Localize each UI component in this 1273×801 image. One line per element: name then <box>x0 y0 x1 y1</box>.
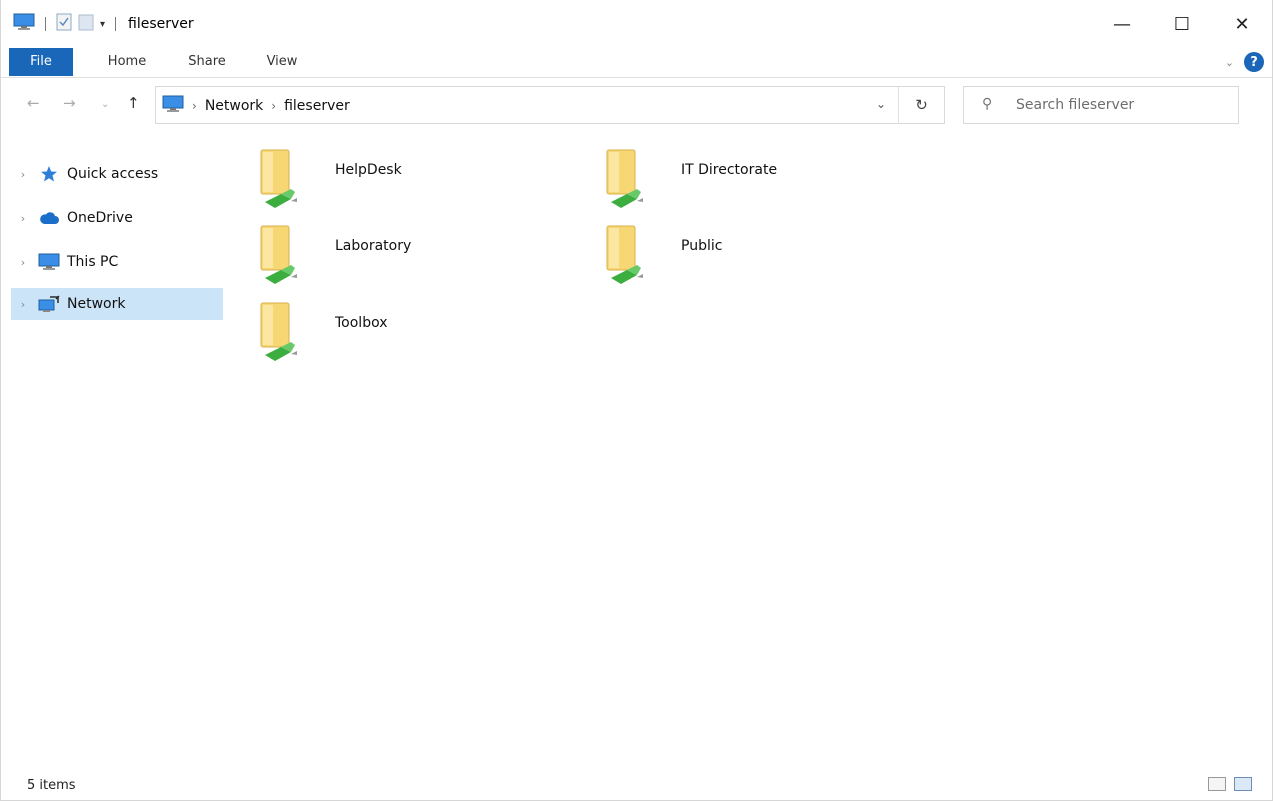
list-item[interactable]: Laboratory <box>251 220 551 290</box>
breadcrumb: › Network › fileserver <box>162 95 350 117</box>
tab-file[interactable]: File <box>9 48 73 76</box>
toolbar-separator <box>115 17 117 31</box>
tab-view[interactable]: View <box>255 48 309 76</box>
status-bar: 5 items <box>1 770 1272 800</box>
expand-chevron-icon[interactable]: › <box>11 168 35 181</box>
breadcrumb-separator-icon[interactable]: › <box>192 99 197 113</box>
address-dropdown-chevron-icon[interactable]: ⌄ <box>876 97 886 111</box>
back-arrow-icon[interactable]: ← <box>27 94 40 112</box>
shared-folder-icon <box>597 144 657 214</box>
forward-arrow-icon[interactable]: → <box>63 94 76 112</box>
search-input[interactable] <box>1016 95 1226 115</box>
navigation-pane: › Quick access › OneDrive › This PC › Ne… <box>1 150 225 770</box>
sidebar-item-label: Quick access <box>67 166 159 182</box>
folder-name: Toolbox <box>335 315 388 331</box>
expand-chevron-icon[interactable]: › <box>11 212 35 225</box>
content-pane: HelpDesk IT Directorate Laboratory Publi… <box>241 140 1261 760</box>
navigation-bar: ← → ⌄ ↑ › Network › fileserver ⌄ ↻ ⚲ <box>1 80 1272 130</box>
ribbon-tabs: File Home Share View ⌄ ? <box>1 48 1272 78</box>
sidebar-item-onedrive[interactable]: › OneDrive <box>11 202 223 234</box>
folder-name: IT Directorate <box>681 162 778 178</box>
maximize-button[interactable]: ☐ <box>1152 0 1212 48</box>
folder-name: HelpDesk <box>335 162 402 178</box>
ribbon-help-area: ⌄ ? <box>1225 52 1264 72</box>
sidebar-item-quick-access[interactable]: › Quick access <box>11 158 223 190</box>
customize-toolbar-dropdown[interactable]: ▾ <box>100 19 105 30</box>
shared-folder-icon <box>251 144 311 214</box>
title-bar: ▾ fileserver — ☐ ✕ <box>1 0 1272 48</box>
large-icons-view-icon[interactable] <box>1234 777 1252 791</box>
search-box[interactable]: ⚲ <box>963 86 1239 124</box>
close-button[interactable]: ✕ <box>1212 0 1272 48</box>
expand-ribbon-chevron-icon[interactable]: ⌄ <box>1225 56 1234 69</box>
folder-name: Laboratory <box>335 238 412 254</box>
up-arrow-icon[interactable]: ↑ <box>127 94 140 112</box>
file-explorer-window: ▾ fileserver — ☐ ✕ File Home Share View … <box>0 0 1273 801</box>
shared-folder-icon <box>251 220 311 290</box>
minimize-button[interactable]: — <box>1092 0 1152 48</box>
expand-chevron-icon[interactable]: › <box>11 256 35 269</box>
search-icon: ⚲ <box>982 96 993 112</box>
view-switcher <box>1208 777 1252 791</box>
network-location-icon <box>162 95 184 117</box>
computer-icon <box>35 253 63 271</box>
window-title: fileserver <box>128 16 194 32</box>
sidebar-item-network[interactable]: › Network <box>11 288 223 320</box>
recent-locations-chevron-icon[interactable]: ⌄ <box>101 99 109 110</box>
breadcrumb-separator-icon[interactable]: › <box>271 99 276 113</box>
tab-home[interactable]: Home <box>97 48 157 76</box>
sidebar-item-label: Network <box>67 296 126 312</box>
address-bar[interactable]: › Network › fileserver ⌄ ↻ <box>155 86 945 124</box>
star-icon <box>35 165 63 183</box>
tab-share[interactable]: Share <box>177 48 237 76</box>
expand-chevron-icon[interactable]: › <box>11 298 35 311</box>
cloud-icon <box>35 211 63 225</box>
new-folder-icon[interactable] <box>78 13 94 35</box>
details-view-icon[interactable] <box>1208 777 1226 791</box>
sidebar-item-this-pc[interactable]: › This PC <box>11 246 223 278</box>
quick-access-toolbar: ▾ fileserver <box>13 12 194 36</box>
network-icon <box>35 295 63 313</box>
properties-icon[interactable] <box>56 13 72 35</box>
shared-folder-icon <box>251 297 311 367</box>
list-item[interactable]: HelpDesk <box>251 144 551 214</box>
folder-name: Public <box>681 238 723 254</box>
list-item[interactable]: Public <box>597 220 897 290</box>
sidebar-item-label: This PC <box>67 254 119 270</box>
breadcrumb-fileserver[interactable]: fileserver <box>284 98 350 114</box>
breadcrumb-network[interactable]: Network <box>205 98 263 114</box>
list-item[interactable]: IT Directorate <box>597 144 897 214</box>
sidebar-item-label: OneDrive <box>67 210 133 226</box>
computer-icon[interactable] <box>13 13 35 35</box>
shared-folder-icon <box>597 220 657 290</box>
list-item[interactable]: Toolbox <box>251 297 551 367</box>
help-icon[interactable]: ? <box>1244 52 1264 72</box>
toolbar-separator <box>45 17 46 31</box>
item-count: 5 items <box>27 778 76 793</box>
refresh-icon[interactable]: ↻ <box>898 87 944 123</box>
window-controls: — ☐ ✕ <box>1092 0 1272 48</box>
